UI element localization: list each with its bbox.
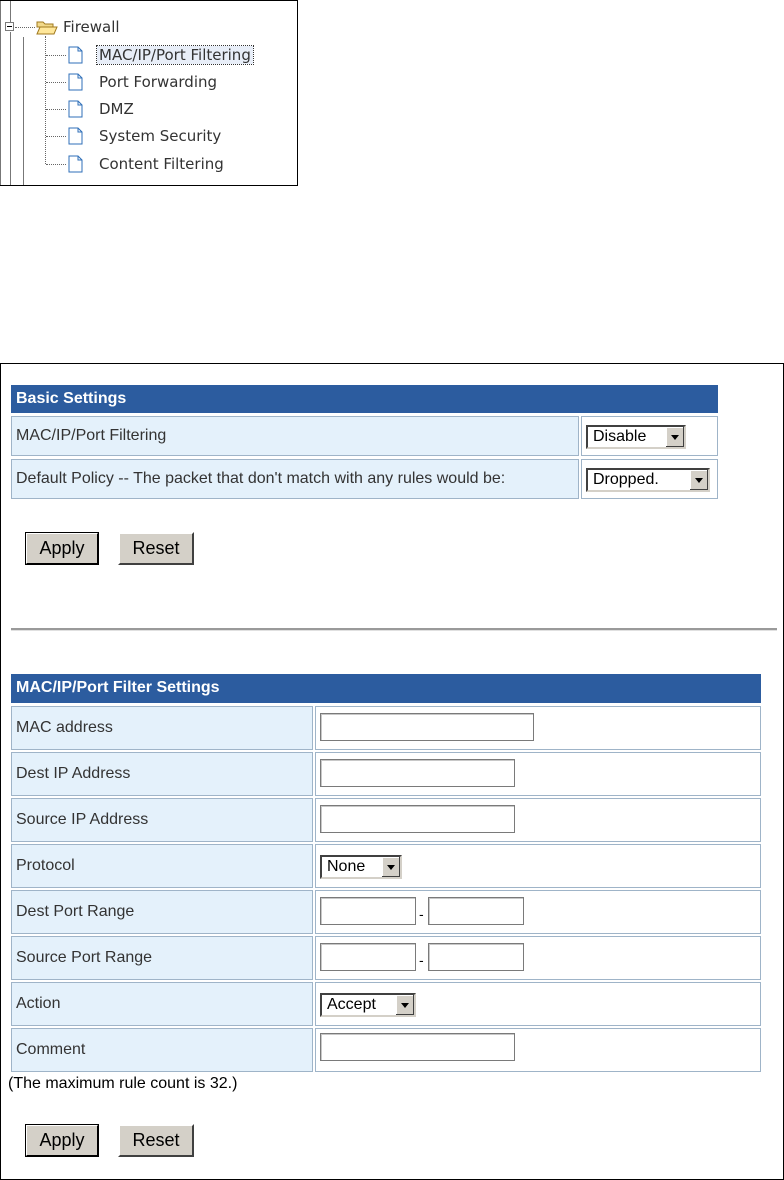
tree-edge-line (0, 1, 1, 185)
tree-guide-line (10, 1, 11, 22)
page-icon (68, 100, 83, 118)
dest-ip-label: Dest IP Address (11, 752, 313, 796)
tree-item-system-security[interactable]: System Security (99, 127, 221, 145)
protocol-select-value: None (327, 858, 366, 875)
action-select-value: Accept (327, 996, 376, 1013)
source-port-from-input[interactable] (320, 943, 416, 971)
tree-folder-firewall[interactable]: Firewall (63, 18, 120, 36)
navigation-tree: Firewall MAC/IP/Port Filtering Port Forw… (0, 0, 298, 186)
chevron-down-icon[interactable] (381, 857, 400, 877)
comment-input[interactable] (320, 1033, 515, 1061)
action-select[interactable]: Accept (320, 993, 416, 1017)
protocol-label: Protocol (11, 844, 313, 888)
tree-item-content-filtering[interactable]: Content Filtering (99, 155, 224, 173)
range-separator: - (419, 906, 424, 922)
source-ip-input[interactable] (320, 805, 515, 833)
mac-address-input[interactable] (320, 713, 534, 741)
dest-port-from-input[interactable] (320, 897, 416, 925)
filter-settings-header: MAC/IP/Port Filter Settings (11, 674, 761, 703)
default-policy-select-value: Dropped. (593, 471, 659, 488)
chevron-down-icon[interactable] (665, 427, 684, 447)
basic-reset-button[interactable]: Reset (118, 532, 194, 565)
basic-settings-header: Basic Settings (11, 385, 718, 413)
comment-label: Comment (11, 1028, 313, 1072)
section-divider (11, 628, 777, 631)
filtering-value-cell: Disable (581, 416, 718, 456)
default-policy-label: Default Policy -- The packet that don't … (11, 459, 579, 499)
dest-port-to-input[interactable] (428, 897, 524, 925)
range-separator: - (419, 952, 424, 968)
filter-apply-button[interactable]: Apply (25, 1124, 99, 1157)
filter-reset-button[interactable]: Reset (118, 1124, 194, 1157)
tree-item-mac-ip-port-filtering[interactable]: MAC/IP/Port Filtering (96, 45, 254, 65)
dest-ip-input[interactable] (320, 759, 515, 787)
chevron-down-icon[interactable] (395, 995, 414, 1015)
page-icon (68, 155, 83, 173)
default-policy-value-cell: Dropped. (581, 459, 718, 499)
tree-item-port-forwarding[interactable]: Port Forwarding (99, 73, 217, 91)
mac-address-label: MAC address (11, 706, 313, 750)
source-ip-label: Source IP Address (11, 798, 313, 842)
action-label: Action (11, 982, 313, 1026)
page-icon (68, 46, 83, 64)
filtering-select[interactable]: Disable (586, 425, 686, 449)
tree-guide-line (23, 37, 24, 185)
default-policy-select[interactable]: Dropped. (586, 468, 710, 492)
source-port-to-input[interactable] (428, 943, 524, 971)
source-port-range-label: Source Port Range (11, 936, 313, 980)
dest-port-range-label: Dest Port Range (11, 890, 313, 934)
max-rule-note: (The maximum rule count is 32.) (8, 1075, 238, 1092)
page-icon (68, 127, 83, 145)
settings-panel: Basic Settings MAC/IP/Port Filtering Dis… (0, 363, 784, 1180)
filtering-label: MAC/IP/Port Filtering (11, 416, 579, 456)
tree-guide-line (10, 32, 11, 185)
protocol-select[interactable]: None (320, 855, 402, 879)
folder-open-icon (36, 21, 58, 35)
collapse-toggle-icon[interactable] (5, 22, 14, 31)
filtering-select-value: Disable (593, 428, 647, 445)
basic-apply-button[interactable]: Apply (25, 532, 99, 565)
page-icon (68, 73, 83, 91)
chevron-down-icon[interactable] (689, 470, 708, 490)
tree-item-dmz[interactable]: DMZ (99, 100, 134, 118)
